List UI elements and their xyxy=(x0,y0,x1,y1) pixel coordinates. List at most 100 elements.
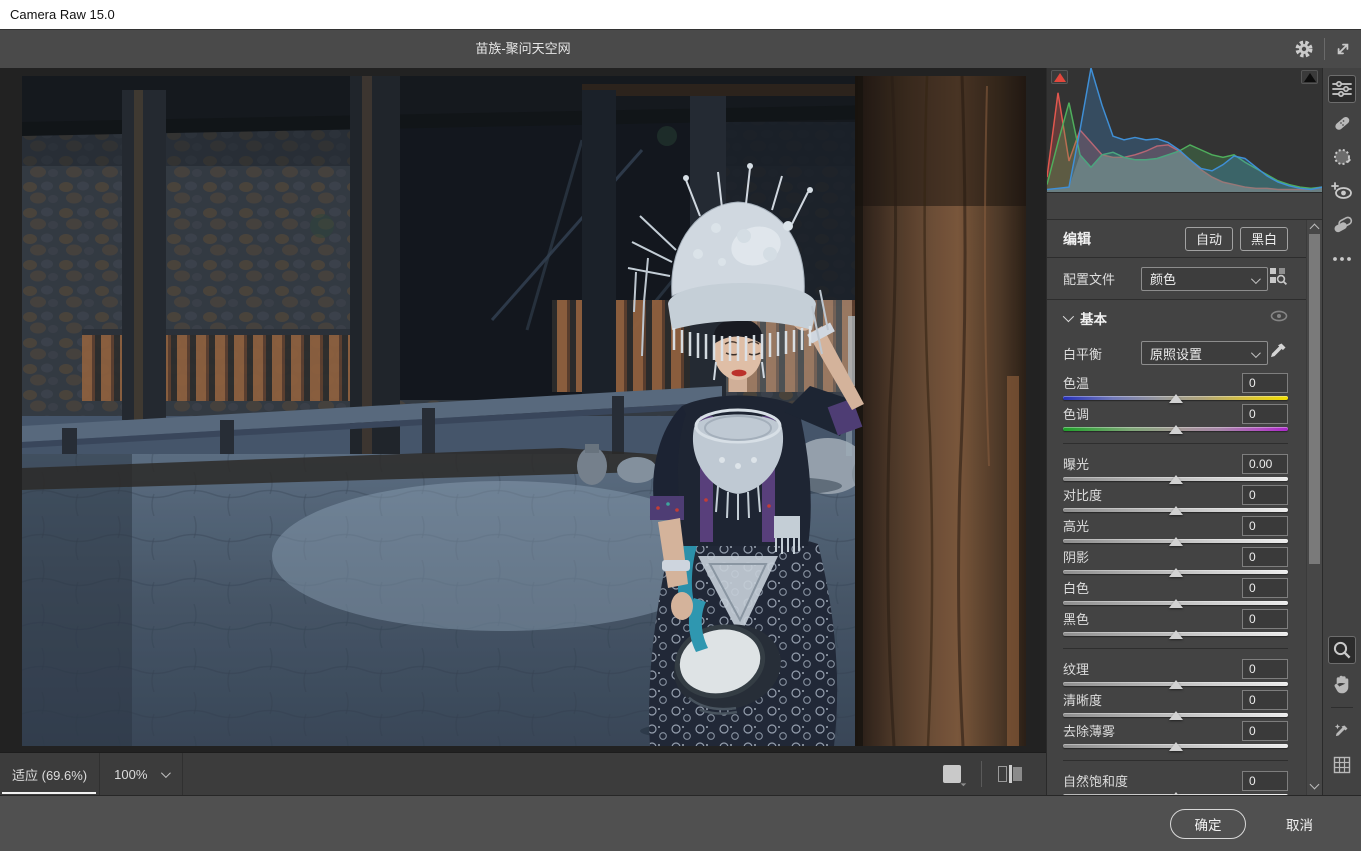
healing-tool-button[interactable] xyxy=(1328,109,1356,137)
edit-tool-button[interactable] xyxy=(1328,75,1356,103)
white-balance-tool-button[interactable] xyxy=(1328,717,1356,745)
profile-value: 颜色 xyxy=(1150,269,1176,288)
slider-value-input[interactable]: 0 xyxy=(1242,721,1288,741)
slider-value-input[interactable]: 0 xyxy=(1242,404,1288,424)
auto-button[interactable]: 自动 xyxy=(1185,227,1233,251)
histogram[interactable] xyxy=(1047,68,1322,193)
slider-label: 高光 xyxy=(1063,516,1089,535)
slider-thumb[interactable] xyxy=(1169,394,1183,403)
hand-tool-button[interactable] xyxy=(1328,670,1356,698)
slider-thumb[interactable] xyxy=(1169,425,1183,434)
slider-value-input[interactable]: 0 xyxy=(1242,547,1288,567)
window-title: Camera Raw 15.0 xyxy=(10,7,115,22)
red-eye-tool-button[interactable] xyxy=(1328,177,1356,205)
slider-label: 去除薄雾 xyxy=(1063,721,1115,740)
slider-thumb[interactable] xyxy=(1169,475,1183,484)
slider-thumb[interactable] xyxy=(1169,630,1183,639)
chevron-down-icon xyxy=(161,768,171,778)
black-white-button[interactable]: 黑白 xyxy=(1240,227,1288,251)
preview-mode-button[interactable] xyxy=(943,765,961,783)
slider-value-input[interactable]: 0 xyxy=(1242,771,1288,791)
white-balance-select[interactable]: 原照设置 xyxy=(1141,341,1268,365)
slider-label: 黑色 xyxy=(1063,609,1089,628)
slider-白色: 白色 0 xyxy=(1063,577,1288,608)
slider-track[interactable] xyxy=(1063,598,1288,608)
more-options-icon[interactable] xyxy=(1328,245,1356,273)
slider-黑色: 黑色 0 xyxy=(1063,608,1288,639)
fullscreen-expand-icon[interactable] xyxy=(1331,37,1355,61)
slider-色调: 色调 0 xyxy=(1063,403,1288,434)
panel-scrollbar[interactable] xyxy=(1306,220,1322,795)
white-balance-eyedropper-icon[interactable] xyxy=(1268,341,1288,366)
slider-track[interactable] xyxy=(1063,710,1288,720)
slider-去除薄雾: 去除薄雾 0 xyxy=(1063,720,1288,751)
before-after-view-button[interactable] xyxy=(998,765,1024,783)
slider-thumb[interactable] xyxy=(1169,711,1183,720)
slider-track[interactable] xyxy=(1063,629,1288,639)
image-viewport xyxy=(0,68,1046,752)
scroll-down-icon[interactable] xyxy=(1310,780,1320,790)
slider-thumb[interactable] xyxy=(1169,537,1183,546)
fit-zoom-tab[interactable]: 适应 (69.6%) xyxy=(0,753,100,795)
slider-value-input[interactable]: 0 xyxy=(1242,485,1288,505)
slider-label: 自然饱和度 xyxy=(1063,771,1128,790)
profile-browser-icon[interactable] xyxy=(1268,266,1288,291)
slider-track[interactable] xyxy=(1063,741,1288,751)
presets-panel-button[interactable] xyxy=(1328,211,1356,239)
scroll-up-icon[interactable] xyxy=(1310,224,1320,234)
grid-overlay-button[interactable] xyxy=(1328,751,1356,779)
slider-track[interactable] xyxy=(1063,424,1288,434)
slider-value-input[interactable]: 0.00 xyxy=(1242,454,1288,474)
group-divider xyxy=(1063,760,1288,761)
slider-value-input[interactable]: 0 xyxy=(1242,373,1288,393)
slider-track[interactable] xyxy=(1063,536,1288,546)
histogram-info-strip xyxy=(1047,193,1322,220)
edit-header-row: 编辑 自动 黑白 xyxy=(1047,220,1322,258)
toolbar-divider xyxy=(1331,707,1353,708)
slider-高光: 高光 0 xyxy=(1063,515,1288,546)
slider-value-input[interactable]: 0 xyxy=(1242,659,1288,679)
chevron-down-icon xyxy=(1063,311,1074,322)
slider-thumb[interactable] xyxy=(1169,599,1183,608)
cancel-button[interactable]: 取消 xyxy=(1280,813,1319,835)
slider-纹理: 纹理0 xyxy=(1063,658,1288,689)
ok-button[interactable]: 确定 xyxy=(1170,809,1246,839)
scrollbar-thumb[interactable] xyxy=(1309,234,1320,564)
slider-曝光: 曝光0.00 xyxy=(1063,453,1288,484)
highlight-clipping-indicator[interactable] xyxy=(1301,70,1318,84)
slider-track[interactable] xyxy=(1063,393,1288,403)
slider-thumb[interactable] xyxy=(1169,742,1183,751)
slider-thumb[interactable] xyxy=(1169,680,1183,689)
shadow-clipping-indicator[interactable] xyxy=(1051,70,1068,84)
profile-select[interactable]: 颜色 xyxy=(1141,267,1268,291)
slider-value-input[interactable]: 0 xyxy=(1242,578,1288,598)
slider-thumb[interactable] xyxy=(1169,568,1183,577)
slider-label: 白色 xyxy=(1063,578,1089,597)
photo-canvas[interactable] xyxy=(22,76,1026,746)
slider-track[interactable] xyxy=(1063,679,1288,689)
slider-track[interactable] xyxy=(1063,791,1288,795)
slider-自然饱和度: 自然饱和度 0 xyxy=(1063,770,1288,795)
profile-label: 配置文件 xyxy=(1063,269,1141,288)
zoom-tool-button[interactable] xyxy=(1328,636,1356,664)
basic-section-header[interactable]: 基本 xyxy=(1047,300,1322,336)
slider-track[interactable] xyxy=(1063,505,1288,515)
zoom-level-value: 100% xyxy=(114,767,147,782)
document-filename: 苗族-聚问天空网 xyxy=(0,30,1046,68)
slider-thumb[interactable] xyxy=(1169,506,1183,515)
slider-label: 阴影 xyxy=(1063,547,1089,566)
chevron-down-icon xyxy=(1251,348,1261,358)
slider-track[interactable] xyxy=(1063,474,1288,484)
settings-gear-icon[interactable] xyxy=(1292,37,1316,61)
slider-value-input[interactable]: 0 xyxy=(1242,516,1288,536)
camera-raw-window: Camera Raw 15.0 苗族-聚问天空网 xyxy=(0,0,1361,851)
preview-eye-icon[interactable] xyxy=(1270,309,1288,328)
slider-value-input[interactable]: 0 xyxy=(1242,690,1288,710)
slider-色温: 色温0 xyxy=(1063,372,1288,403)
slider-label: 色调 xyxy=(1063,404,1089,423)
masking-tool-button[interactable] xyxy=(1328,143,1356,171)
zoom-level-dropdown[interactable]: 100% xyxy=(100,753,183,795)
slider-thumb[interactable] xyxy=(1169,792,1183,795)
slider-track[interactable] xyxy=(1063,567,1288,577)
slider-value-input[interactable]: 0 xyxy=(1242,609,1288,629)
